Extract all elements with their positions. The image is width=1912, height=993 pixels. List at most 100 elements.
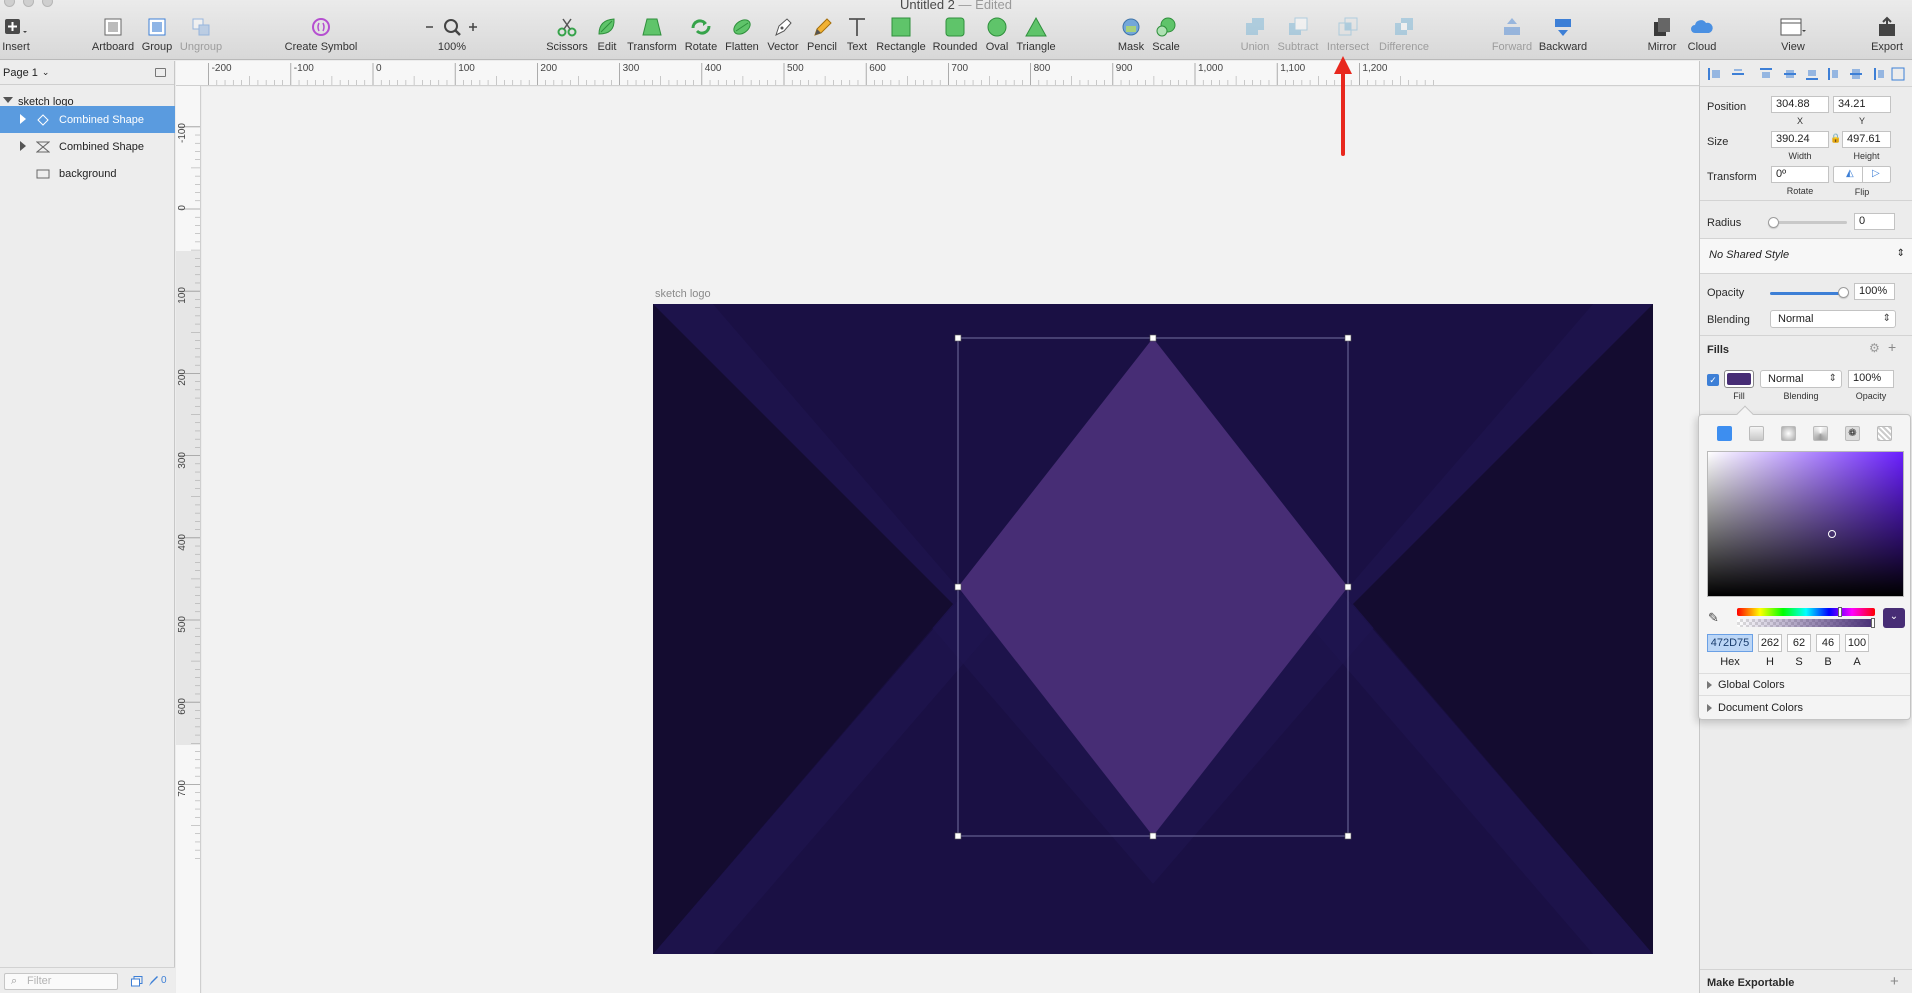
page-selector[interactable]: Page 1 ⌄ — [0, 61, 174, 85]
pages-toggle-icon[interactable] — [155, 68, 166, 77]
vertical-ruler[interactable]: -100 0 100 200 300 400 500 600 700 — [176, 86, 201, 993]
flip-vertical-icon[interactable]: ▷ — [1872, 168, 1880, 179]
artboard-title[interactable]: sketch logo — [655, 288, 711, 300]
hue-field[interactable]: 262 — [1758, 634, 1782, 652]
insert-button[interactable]: Insert — [0, 14, 51, 53]
make-exportable-label[interactable]: Make Exportable — [1707, 977, 1794, 989]
disclosure-closed-icon[interactable] — [20, 141, 26, 151]
magnifier-icon — [422, 14, 482, 40]
chevron-updown-icon: ⇕ — [1896, 248, 1905, 259]
shared-style-select[interactable]: No Shared Style ⇕ — [1700, 239, 1912, 273]
noise-fill-type-icon[interactable] — [1877, 426, 1892, 441]
hue-slider[interactable] — [1737, 607, 1875, 617]
rotate-field[interactable]: 0º — [1771, 166, 1829, 183]
angular-gradient-type-icon[interactable] — [1813, 426, 1828, 441]
layer-background[interactable]: background — [0, 160, 175, 187]
filter-input[interactable]: ⌕ Filter — [4, 973, 118, 990]
lock-icon[interactable]: 🔒 — [1830, 133, 1841, 144]
triangle-button[interactable]: Triangle — [1001, 14, 1071, 53]
align-toolbar[interactable] — [1708, 67, 1908, 81]
color-cursor[interactable] — [1828, 530, 1836, 538]
ruler-label: -100 — [177, 122, 188, 143]
fill-enabled-checkbox[interactable]: ✓ — [1707, 374, 1719, 386]
opacity-label: Opacity — [1707, 287, 1745, 299]
difference-button[interactable]: Difference — [1369, 14, 1439, 53]
solid-fill-type-icon[interactable] — [1717, 426, 1732, 441]
horizontal-ruler[interactable]: -200 -100 0 100 200 300 400 500 600 700 800 900 1,00… — [176, 61, 1699, 86]
radial-gradient-type-icon[interactable] — [1781, 426, 1796, 441]
edit-brush-icon[interactable] — [148, 975, 158, 987]
rectangle-layer-icon — [36, 169, 50, 178]
cloud-icon — [1690, 14, 1714, 40]
color-presets-dropdown[interactable]: ⌄ — [1883, 608, 1905, 628]
ruler-label: 1,000 — [1198, 63, 1224, 74]
hex-field[interactable]: 472D75 — [1707, 634, 1753, 652]
linear-gradient-type-icon[interactable] — [1749, 426, 1764, 441]
disclosure-closed-icon[interactable] — [20, 114, 26, 124]
subtract-icon — [1287, 14, 1309, 40]
red-annotation-arrow — [1334, 56, 1352, 156]
ruler-label: 900 — [1115, 63, 1133, 74]
disclosure-closed-icon — [1707, 704, 1712, 712]
cloud-button[interactable]: Cloud — [1667, 14, 1737, 53]
size-label: Size — [1707, 136, 1729, 148]
add-fill-icon[interactable]: + — [1888, 339, 1896, 355]
ruler-label: 600 — [869, 63, 886, 74]
ruler-label: 700 — [951, 63, 969, 74]
opacity-field[interactable]: 100% — [1854, 283, 1895, 300]
pages-icon[interactable] — [131, 976, 143, 987]
eyedropper-icon[interactable]: ✎ — [1708, 610, 1719, 626]
flip-horizontal-icon[interactable]: ◭ — [1846, 168, 1854, 179]
intersect-icon — [1337, 14, 1359, 40]
page-name: Page 1 — [3, 66, 38, 79]
view-button[interactable]: View — [1758, 14, 1828, 53]
ungroup-icon — [190, 14, 212, 40]
canvas[interactable]: sketch logo — [202, 87, 1699, 993]
document-colors-expander[interactable]: Document Colors — [1707, 702, 1803, 714]
image-fill-type-icon[interactable]: ❁ — [1845, 426, 1860, 441]
layer-combined-shape-hourglass[interactable]: Combined Shape — [0, 133, 175, 160]
fill-color-preview — [1727, 373, 1751, 385]
export-button[interactable]: Export — [1852, 14, 1912, 53]
opacity-slider[interactable] — [1770, 292, 1847, 295]
fill-blending-select[interactable]: Normal — [1760, 370, 1842, 388]
scale-button[interactable]: Scale — [1131, 14, 1201, 53]
forward-icon — [1501, 14, 1523, 40]
global-colors-expander[interactable]: Global Colors — [1707, 679, 1785, 691]
backward-icon — [1552, 14, 1574, 40]
create-symbol-button[interactable]: Create Symbol — [285, 14, 357, 53]
add-export-icon[interactable]: + — [1890, 973, 1899, 990]
gear-icon[interactable]: ⚙ — [1869, 341, 1880, 355]
radius-field[interactable]: 0 — [1854, 213, 1895, 230]
flip-control[interactable]: ◭ ▷ — [1833, 166, 1891, 183]
radius-slider[interactable] — [1770, 221, 1847, 224]
disclosure-open-icon[interactable] — [3, 97, 13, 103]
difference-icon — [1393, 14, 1415, 40]
blending-select[interactable]: Normal — [1770, 310, 1896, 328]
ruler-label: 600 — [177, 698, 188, 715]
saturation-brightness-picker[interactable] — [1707, 451, 1904, 597]
opacity-slider-knob[interactable] — [1838, 287, 1849, 298]
ruler-label: -200 — [211, 63, 232, 74]
radius-slider-knob[interactable] — [1768, 217, 1779, 228]
toolbar: Untitled 2 — Edited Insert Artboard Grou… — [0, 0, 1912, 60]
zoom-control[interactable]: 100% — [417, 14, 487, 53]
diamond-shape-icon — [37, 113, 49, 126]
alpha-field[interactable]: 100 — [1845, 634, 1869, 652]
view-icon — [1779, 14, 1807, 40]
ungroup-button[interactable]: Ungroup — [166, 14, 236, 53]
fill-opacity-field[interactable]: 100% — [1848, 370, 1894, 388]
artboard-sketch-logo[interactable] — [653, 304, 1653, 954]
brightness-field[interactable]: 46 — [1816, 634, 1840, 652]
fill-color-swatch[interactable] — [1724, 370, 1754, 388]
x-position-field[interactable]: 304.88 — [1771, 96, 1829, 113]
edit-icon — [596, 14, 618, 40]
alpha-slider[interactable] — [1737, 618, 1875, 628]
saturation-field[interactable]: 62 — [1787, 634, 1811, 652]
height-field[interactable]: 497.61 — [1842, 131, 1891, 148]
backward-button[interactable]: Backward — [1528, 14, 1598, 53]
width-field[interactable]: 390.24 — [1771, 131, 1829, 148]
y-position-field[interactable]: 34.21 — [1833, 96, 1891, 113]
color-picker-popover: ❁ ✎ ⌄ 472D75 262 62 46 100 Hex H S B A G… — [1698, 405, 1911, 720]
layer-combined-shape-diamond[interactable]: Combined Shape — [0, 106, 175, 133]
